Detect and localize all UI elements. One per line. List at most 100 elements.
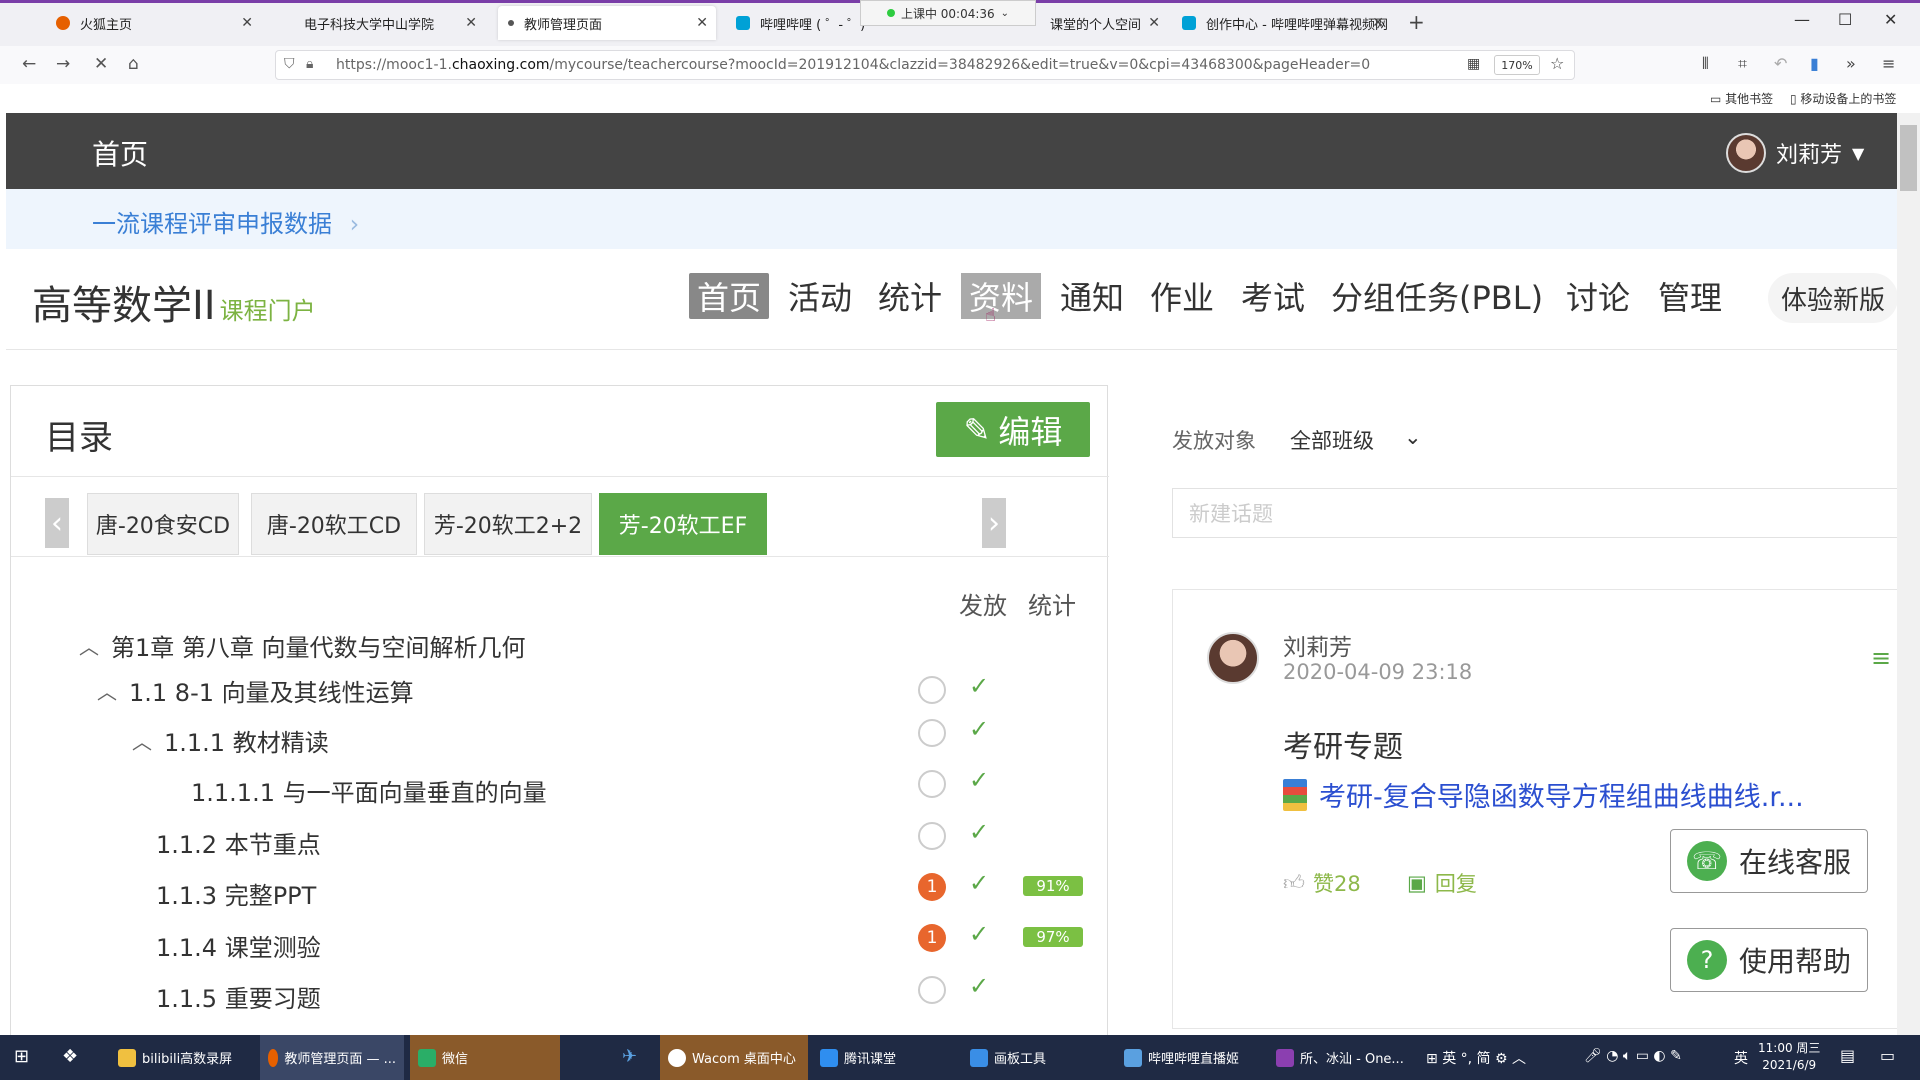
tabs-prev-icon[interactable]: ‹	[45, 498, 69, 548]
taskbar-item[interactable]: 画板工具	[962, 1035, 1054, 1080]
browser-tab[interactable]: 火狐主页 ✕	[46, 6, 261, 40]
task-count-badge[interactable]: 1	[918, 924, 946, 952]
close-tab-icon[interactable]: ✕	[1148, 15, 1160, 31]
catalog-row[interactable]: 1.1.3 完整PPT	[156, 872, 316, 914]
banner-link[interactable]: 一流课程评审申报数据 ›	[92, 204, 359, 239]
completion-rate[interactable]: 91%	[1023, 876, 1083, 896]
browser-tab[interactable]: 哔哩哔哩 ( ゜- ゜)つロ	[726, 6, 866, 40]
lock-icon[interactable]: 🔒︎	[306, 56, 313, 72]
edit-button[interactable]: ✎ 编辑	[936, 402, 1090, 457]
scrollbar[interactable]	[1897, 113, 1920, 1035]
unpublished-circle-icon[interactable]	[918, 822, 946, 850]
chevron-up-icon[interactable]: ︿	[79, 631, 99, 660]
nav-homework[interactable]: 作业	[1142, 273, 1222, 319]
hamburger-menu-icon[interactable]: ≡	[1871, 644, 1891, 672]
nav-materials[interactable]: 资料	[961, 273, 1042, 319]
action-center-icon[interactable]: ▭	[1880, 1046, 1895, 1065]
catalog-row[interactable]: ︿ 1.1.1 教材精读	[132, 719, 329, 761]
reply-button[interactable]: ▣ 回复	[1407, 868, 1477, 898]
unpublished-circle-icon[interactable]	[918, 770, 946, 798]
nav-group-task[interactable]: 分组任务(PBL)	[1323, 273, 1551, 319]
taskbar-item[interactable]: bilibili高数录屏	[110, 1035, 240, 1080]
class-tab[interactable]: 唐-20软工CD	[251, 493, 417, 555]
post-title[interactable]: 考研专题	[1283, 722, 1403, 766]
taskbar-item[interactable]: 微信	[410, 1035, 560, 1080]
chevron-up-icon[interactable]: ︿	[97, 676, 117, 705]
taskbar-clock[interactable]: 11:00 周三 2021/6/9	[1758, 1040, 1820, 1074]
catalog-row[interactable]: 1.1.4 课堂测验	[156, 924, 321, 966]
maximize-icon[interactable]: ☐	[1838, 10, 1852, 29]
nav-manage[interactable]: 管理	[1650, 273, 1730, 319]
online-service-button[interactable]: ☏ 在线客服	[1670, 829, 1868, 893]
nav-activity[interactable]: 活动	[780, 273, 860, 319]
nav-exam[interactable]: 考试	[1233, 273, 1313, 319]
library-icon[interactable]: ⫴	[1702, 54, 1709, 74]
catalog-row[interactable]: 1.1.1.1 与一平面向量垂直的向量	[191, 769, 547, 811]
avatar[interactable]	[1207, 632, 1259, 684]
unpublished-circle-icon[interactable]	[918, 719, 946, 747]
notification-icon[interactable]: ▤	[1840, 1046, 1855, 1065]
close-tab-icon[interactable]: ✕	[1372, 15, 1384, 31]
class-tab-active[interactable]: 芳-20软工EF	[599, 493, 767, 555]
menu-icon[interactable]: ≡	[1882, 54, 1895, 73]
zoom-level[interactable]: 170%	[1494, 55, 1540, 75]
catalog-row[interactable]: 1.1.5 重要习题	[156, 975, 321, 1017]
taskbar-item-active[interactable]: 教师管理页面 — ...	[260, 1035, 404, 1080]
windows-start-icon[interactable]: ⊞	[14, 1046, 29, 1067]
post-author[interactable]: 刘莉芳	[1283, 628, 1352, 662]
completion-rate[interactable]: 97%	[1023, 927, 1083, 947]
stop-loading-icon[interactable]: ✕	[94, 54, 108, 74]
url-bar[interactable]: https://mooc1-1. chaoxing.com/mycourse/te…	[275, 50, 1575, 80]
bookmark-other[interactable]: ▭ 其他书签	[1710, 90, 1773, 107]
qr-code-icon[interactable]: ▦	[1467, 56, 1480, 72]
taskbar-item[interactable]: 所、冰汕 - One...	[1268, 1035, 1412, 1080]
back-icon[interactable]: ←	[22, 54, 36, 74]
undo-icon[interactable]: ↶	[1774, 54, 1787, 73]
app-launcher-icon[interactable]: ❖	[62, 1046, 78, 1067]
language-indicator[interactable]: 英	[1734, 1048, 1748, 1068]
close-tab-icon[interactable]: ✕	[465, 15, 477, 31]
unpublished-circle-icon[interactable]	[918, 676, 946, 704]
task-count-badge[interactable]: 1	[918, 873, 946, 901]
class-tab[interactable]: 芳-20软工2+2	[424, 493, 592, 555]
chevron-up-icon[interactable]: ︿	[132, 726, 152, 755]
taskbar-item[interactable]: 腾讯课堂	[812, 1035, 904, 1080]
ime-indicator[interactable]: ⊞ 英 °, 简 ⚙ ︿	[1426, 1048, 1526, 1068]
unpublished-circle-icon[interactable]	[918, 976, 946, 1004]
browser-tab-active[interactable]: 教师管理页面 ✕	[498, 6, 716, 40]
help-button[interactable]: ? 使用帮助	[1670, 928, 1868, 992]
site-home-link[interactable]: 首页	[92, 133, 148, 173]
minimize-icon[interactable]: —	[1794, 10, 1810, 29]
taskbar-item[interactable]: Wacom 桌面中心	[660, 1035, 808, 1080]
extension-icon[interactable]: ▮	[1810, 54, 1819, 73]
scrollbar-thumb[interactable]	[1900, 125, 1917, 191]
new-topic-input[interactable]: 新建话题	[1172, 488, 1897, 538]
close-tab-icon[interactable]: ✕	[241, 15, 253, 31]
close-window-icon[interactable]: ✕	[1884, 10, 1897, 29]
chapter-row[interactable]: ︿ 第1章 第八章 向量代数与空间解析几何	[79, 624, 526, 666]
system-tray-icons[interactable]: 🎤︎ ◔ 🔈︎ ▭ ◐ ✎	[1584, 1048, 1682, 1064]
class-tab[interactable]: 唐-20食安CD	[87, 493, 239, 555]
browser-tab[interactable]: 电子科技大学中山学院 ✕	[270, 6, 485, 40]
bookmark-star-icon[interactable]: ☆	[1550, 54, 1564, 73]
browser-tab[interactable]: 创作中心 - 哔哩哔哩弹幕视频网 ✕	[1172, 6, 1392, 40]
overflow-icon[interactable]: »	[1846, 54, 1856, 73]
attachment-link[interactable]: 考研-复合导隐函数导方程组曲线曲线.r...	[1283, 775, 1804, 814]
like-button[interactable]: 👍︎ 赞28	[1283, 868, 1361, 898]
nav-notice[interactable]: 通知	[1052, 273, 1132, 319]
browser-tab[interactable]: 课堂的个人空间 ✕	[1040, 6, 1160, 40]
nav-stats[interactable]: 统计	[870, 273, 950, 319]
crop-icon[interactable]: ⌗	[1738, 54, 1747, 74]
new-version-button[interactable]: 体验新版	[1768, 273, 1897, 323]
forward-icon[interactable]: →	[56, 54, 70, 74]
shield-icon[interactable]: ⛉	[284, 56, 295, 72]
nav-discussion[interactable]: 讨论	[1558, 273, 1638, 319]
pinned-app-icon[interactable]: ✈	[622, 1046, 637, 1067]
class-timer[interactable]: 上课中 00:04:36 ⌄	[860, 0, 1036, 26]
taskbar-item[interactable]: 哔哩哔哩直播姬	[1116, 1035, 1247, 1080]
bookmark-mobile[interactable]: ▯ 移动设备上的书签	[1790, 90, 1896, 107]
user-menu[interactable]: 刘莉芳 ▼	[1726, 133, 1864, 173]
target-select[interactable]: 全部班级 ⌄	[1290, 425, 1422, 455]
tabs-next-icon[interactable]: ›	[982, 498, 1006, 548]
close-tab-icon[interactable]: ✕	[696, 15, 708, 31]
